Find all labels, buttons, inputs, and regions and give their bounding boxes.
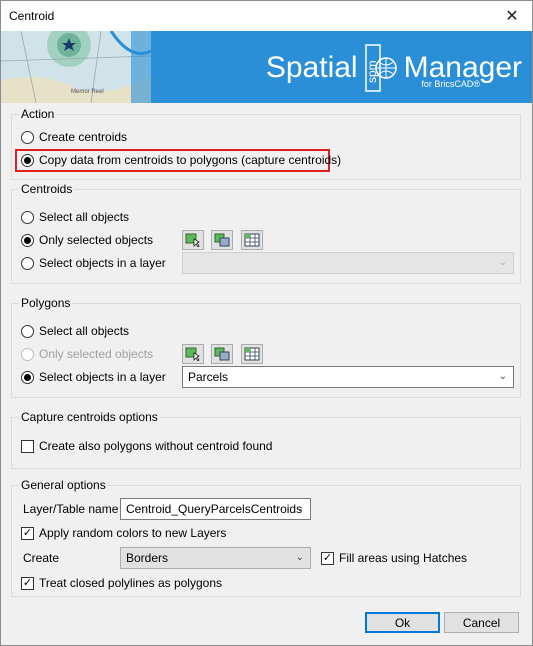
centroids-select-all-label: Select all objects <box>39 210 130 224</box>
pick-objects-icon <box>185 347 200 361</box>
polygons-select-layer-radio[interactable] <box>21 370 34 384</box>
polygons-select-layer-option[interactable]: Select objects in a layer <box>21 368 166 386</box>
chevron-down-icon: ⌄ <box>498 371 507 382</box>
create-also-polygons-label: Create also polygons without centroid fo… <box>39 439 273 453</box>
centroids-group-label: Centroids <box>19 182 75 196</box>
centroids-select-all-option[interactable]: Select all objects <box>21 208 129 226</box>
brand-subtitle: for BricsCAD® <box>421 79 480 89</box>
fill-hatches-checkbox[interactable]: ✓ <box>321 551 334 565</box>
create-centroids-label: Create centroids <box>39 130 128 144</box>
table-grid-icon <box>244 233 260 247</box>
spm-logo-icon: spm <box>364 43 398 93</box>
window-title: Centroid <box>9 9 55 23</box>
title-bar: Centroid ✕ <box>1 1 532 31</box>
spatial-manager-banner: Memor Reel Spatial spm Manager for Brics… <box>1 31 532 103</box>
polygons-select-all-label: Select all objects <box>39 324 130 338</box>
centroids-select-all-radio[interactable] <box>21 210 34 224</box>
chevron-down-icon: ⌄ <box>295 552 304 563</box>
treat-closed-polylines-label: Treat closed polylines as polygons <box>39 576 222 590</box>
copy-data-radio[interactable] <box>21 153 34 167</box>
copy-data-label: Copy data from centroids to polygons (ca… <box>39 153 342 167</box>
centroids-pick-objects-button[interactable] <box>182 230 204 250</box>
polygons-only-selected-label: Only selected objects <box>39 347 154 361</box>
polygons-layer-value: Parcels <box>188 370 229 384</box>
random-colors-checkbox[interactable]: ✓ <box>21 526 34 540</box>
brand-logo: Spatial spm Manager <box>266 43 522 93</box>
polygons-only-selected-radio[interactable] <box>21 347 34 361</box>
action-group-label: Action <box>19 107 57 121</box>
ok-button[interactable]: Ok <box>365 612 440 633</box>
treat-closed-polylines-option[interactable]: ✓ Treat closed polylines as polygons <box>21 574 222 592</box>
create-centroids-option[interactable]: Create centroids <box>21 128 127 146</box>
copy-data-option[interactable]: Copy data from centroids to polygons (ca… <box>21 151 341 169</box>
centroids-only-selected-radio[interactable] <box>21 233 34 247</box>
create-also-polygons-option[interactable]: Create also polygons without centroid fo… <box>21 437 272 455</box>
polygons-select-all-option[interactable]: Select all objects <box>21 322 129 340</box>
polygons-table-button[interactable] <box>241 344 263 364</box>
fill-hatches-option[interactable]: ✓ Fill areas using Hatches <box>321 549 467 567</box>
random-colors-option[interactable]: ✓ Apply random colors to new Layers <box>21 524 226 542</box>
layer-table-name-dropdown[interactable]: Centroid_QueryParcelsCentroids ⌄ <box>120 498 311 520</box>
polygons-select-all-radio[interactable] <box>21 324 34 338</box>
close-icon: ✕ <box>505 8 519 25</box>
general-options-group-label: General options <box>19 478 108 492</box>
close-button[interactable]: ✕ <box>492 1 532 31</box>
map-label: Memor Reel <box>71 89 104 95</box>
polygons-pick-objects-button[interactable] <box>182 344 204 364</box>
treat-closed-polylines-checkbox[interactable]: ✓ <box>21 576 34 590</box>
centroids-select-layer-label: Select objects in a layer <box>39 256 166 270</box>
pick-objects-icon <box>185 233 200 247</box>
centroids-only-selected-option[interactable]: Only selected objects <box>21 231 153 249</box>
centroids-select-layer-radio[interactable] <box>21 256 34 270</box>
selection-set-icon <box>214 347 230 361</box>
create-also-polygons-checkbox[interactable] <box>21 439 34 453</box>
centroids-table-button[interactable] <box>241 230 263 250</box>
polygons-layer-dropdown[interactable]: Parcels ⌄ <box>182 366 514 388</box>
chevron-down-icon: ⌄ <box>498 257 507 268</box>
centroid-dialog: Centroid ✕ Memor Reel Spatial spm Manage… <box>0 0 533 646</box>
chevron-down-icon: ⌄ <box>295 503 304 514</box>
table-grid-icon <box>244 347 260 361</box>
centroids-select-layer-option[interactable]: Select objects in a layer <box>21 254 166 272</box>
brand-word-spatial: Spatial <box>265 51 358 84</box>
cancel-button[interactable]: Cancel <box>444 612 519 633</box>
polygons-only-selected-option[interactable]: Only selected objects <box>21 345 153 363</box>
fill-hatches-label: Fill areas using Hatches <box>339 551 468 565</box>
selection-set-icon <box>214 233 230 247</box>
create-value: Borders <box>126 551 169 565</box>
layer-table-name-value: Centroid_QueryParcelsCentroids <box>126 502 303 516</box>
polygons-select-layer-label: Select objects in a layer <box>39 370 166 384</box>
polygons-add-selection-button[interactable] <box>211 344 233 364</box>
polygons-group-label: Polygons <box>19 296 73 310</box>
create-label: Create <box>23 551 60 565</box>
centroids-add-selection-button[interactable] <box>211 230 233 250</box>
random-colors-label: Apply random colors to new Layers <box>39 526 227 540</box>
map-thumbnail-image: Memor Reel <box>1 31 151 103</box>
create-centroids-radio[interactable] <box>21 130 34 144</box>
create-dropdown[interactable]: Borders ⌄ <box>120 547 311 569</box>
centroids-layer-dropdown[interactable]: ⌄ <box>182 252 514 274</box>
capture-options-group-label: Capture centroids options <box>19 410 160 424</box>
centroids-only-selected-label: Only selected objects <box>39 233 154 247</box>
layer-table-name-label: Layer/Table name <box>23 502 119 516</box>
